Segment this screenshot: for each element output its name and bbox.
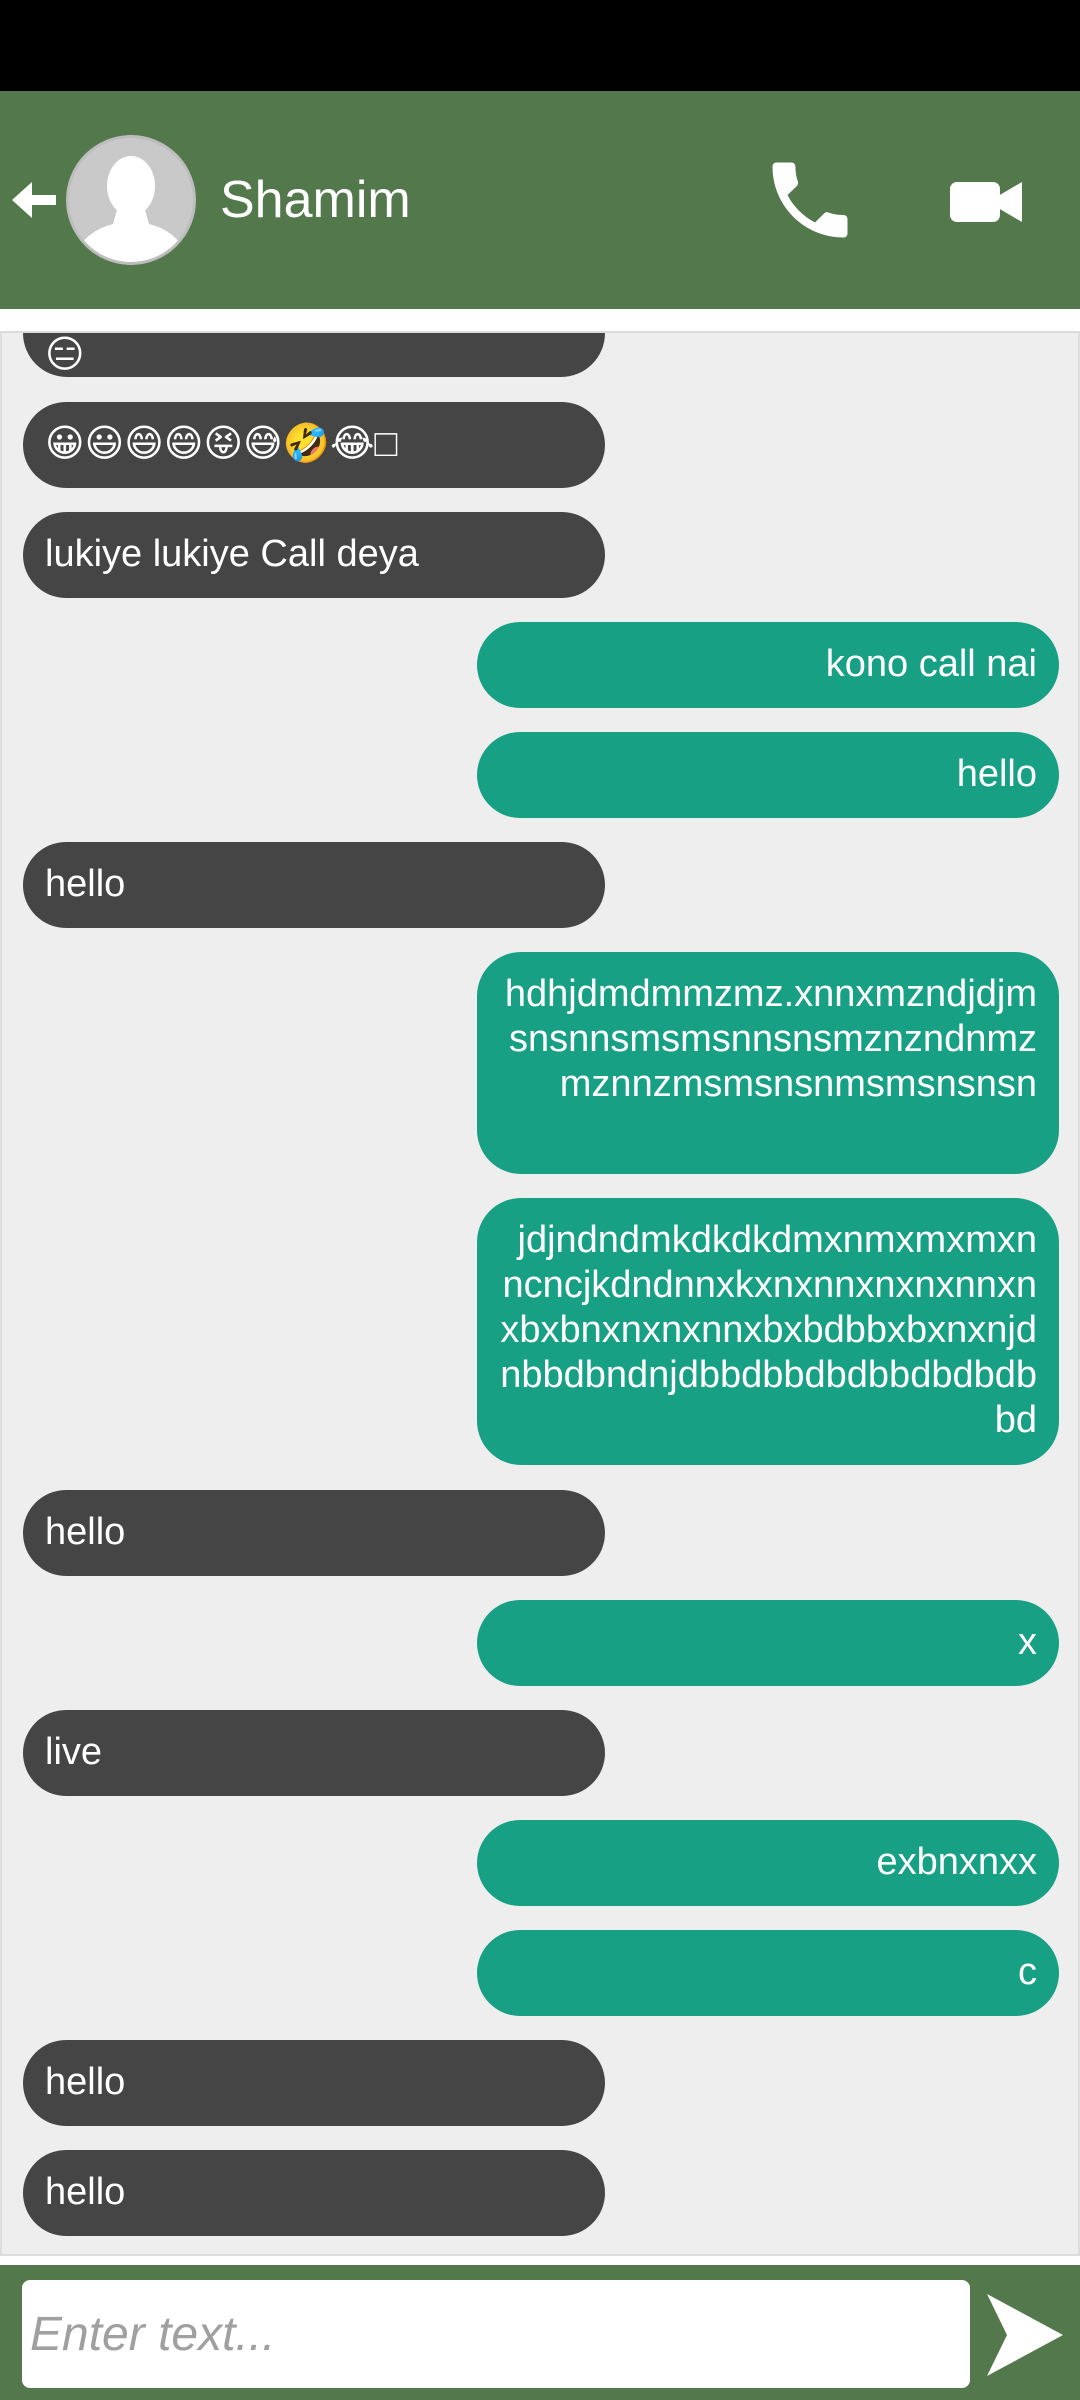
- chat-area[interactable]: 😑 😀😃😄😄😝😅🤣😂□ lukiye lukiye Call deya kono…: [0, 331, 1080, 2256]
- message-received: 😀😃😄😄😝😅🤣😂□: [23, 402, 605, 488]
- message-input[interactable]: [22, 2280, 970, 2388]
- message-text: hdhjdmdmmzmz.xnnxmzndjdjmsnsnnsmsmsnnsns…: [504, 973, 1037, 1105]
- message-sent: kono call nai: [477, 622, 1059, 708]
- avatar[interactable]: [66, 135, 196, 265]
- message-text: hello: [45, 2061, 126, 2103]
- back-button[interactable]: [8, 162, 58, 238]
- back-arrow-icon: [12, 182, 56, 218]
- message-text: lukiye lukiye Call deya: [45, 533, 419, 575]
- message-text: hello: [45, 1511, 126, 1553]
- message-text: 😀😃😄😄😝😅🤣😂□: [45, 423, 398, 465]
- message-sent: exbnxnxx: [477, 1820, 1059, 1906]
- message-text: jdjndndmkdkdkdmxnmxmxmxnncncjkdndnnxkxnx…: [500, 1219, 1037, 1441]
- message-sent: hello: [477, 732, 1059, 818]
- person-silhouette-icon: [69, 138, 193, 262]
- message-text: kono call nai: [825, 643, 1037, 685]
- message-received: 😑: [23, 333, 605, 377]
- message-received: hello: [23, 2150, 605, 2236]
- video-call-button[interactable]: [940, 160, 1030, 240]
- status-bar: [0, 0, 1080, 91]
- message-text: hello: [45, 2171, 126, 2213]
- message-received: hello: [23, 2040, 605, 2126]
- phone-icon: [772, 162, 848, 238]
- message-received: live: [23, 1710, 605, 1796]
- send-button[interactable]: [985, 2290, 1065, 2380]
- message-text: hello: [956, 753, 1037, 795]
- message-sent: hdhjdmdmmzmz.xnnxmzndjdjmsnsnnsmsmsnnsns…: [477, 952, 1059, 1174]
- message-text: hello: [45, 863, 126, 905]
- message-text: x: [1018, 1621, 1037, 1663]
- message-sent: x: [477, 1600, 1059, 1686]
- message-text: c: [1018, 1951, 1037, 1993]
- message-sent: jdjndndmkdkdkdmxnmxmxmxnncncjkdndnnxkxnx…: [477, 1198, 1059, 1465]
- voice-call-button[interactable]: [760, 150, 860, 250]
- message-received: hello: [23, 1490, 605, 1576]
- message-text: exbnxnxx: [876, 1841, 1037, 1883]
- video-camera-icon: [950, 182, 1022, 222]
- send-arrow-icon: [987, 2294, 1063, 2376]
- message-received: lukiye lukiye Call deya: [23, 512, 605, 598]
- message-received: hello: [23, 842, 605, 928]
- message-text: 😑: [45, 334, 85, 376]
- contact-name: Shamim: [220, 171, 411, 229]
- message-sent: c: [477, 1930, 1059, 2016]
- message-text: live: [45, 1731, 103, 1773]
